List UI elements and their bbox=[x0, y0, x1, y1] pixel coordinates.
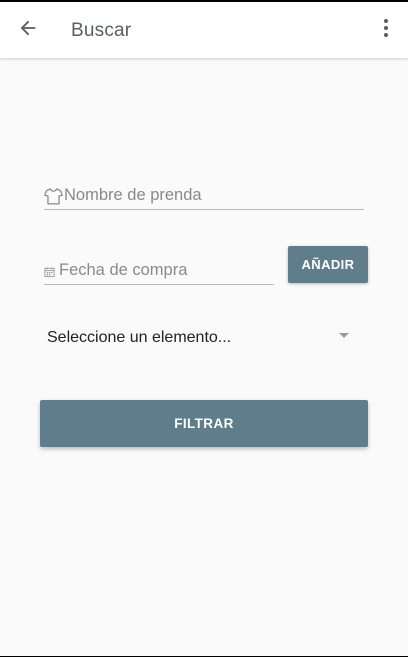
purchase-date-field[interactable] bbox=[44, 257, 274, 285]
screen: Buscar Nombre de prenda Fecha de compra … bbox=[0, 2, 408, 656]
page-title: Buscar bbox=[71, 20, 132, 41]
back-button[interactable] bbox=[8, 10, 48, 50]
filter-button[interactable]: FILTRAR bbox=[40, 400, 368, 447]
garment-name-field[interactable] bbox=[44, 182, 364, 210]
add-button[interactable]: AÑADIR bbox=[288, 246, 368, 283]
app-bar: Buscar bbox=[0, 2, 408, 58]
element-spinner[interactable]: Seleccione un elemento... bbox=[44, 320, 364, 356]
purchase-date-input[interactable] bbox=[59, 261, 274, 280]
calendar-icon bbox=[44, 266, 55, 278]
dropdown-arrow-icon bbox=[339, 333, 349, 338]
garment-name-input[interactable] bbox=[64, 186, 364, 205]
arrow-back-icon bbox=[17, 17, 39, 44]
shirt-icon bbox=[44, 187, 63, 205]
overflow-menu-button[interactable] bbox=[370, 10, 402, 50]
more-vert-icon bbox=[383, 18, 389, 43]
spinner-selected-text: Seleccione un elemento... bbox=[47, 329, 232, 346]
